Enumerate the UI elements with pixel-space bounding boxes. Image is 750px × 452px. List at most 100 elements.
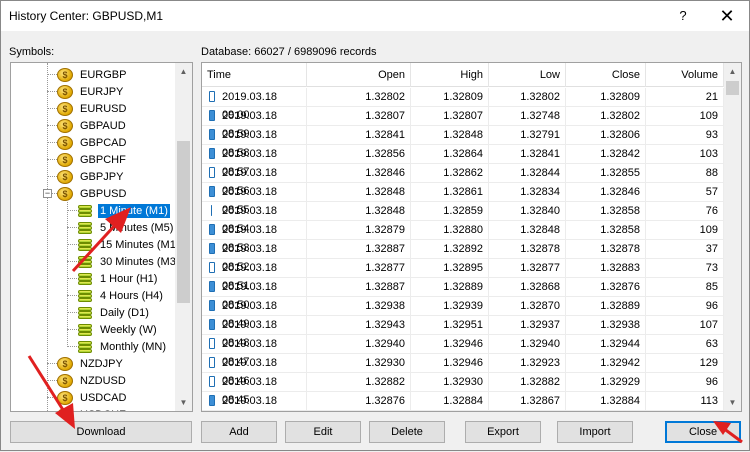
table-row[interactable]: 2019.03.18 08:58 1.32841 1.32848 1.32791 1.3…	[202, 126, 724, 159]
tree-item-symbol[interactable]: $ USDCAD	[57, 389, 128, 406]
tree-item-timeframe[interactable]: 30 Minutes (M30)	[77, 253, 188, 270]
column-header[interactable]: Volume	[646, 63, 724, 87]
tree-item-symbol[interactable]: $ GBPCAD	[57, 134, 128, 151]
cell-low: 1.32923	[489, 354, 566, 372]
export-button[interactable]: Export	[465, 421, 541, 443]
tree-item-timeframe[interactable]: 15 Minutes (M15)	[77, 236, 188, 253]
timeframe-label: Daily (D1)	[100, 306, 149, 319]
cell-close: 1.32809	[566, 88, 646, 106]
tree-item-symbol[interactable]: $ EURUSD	[57, 100, 128, 117]
tree-item-timeframe[interactable]: Daily (D1)	[77, 304, 151, 321]
delete-button[interactable]: Delete	[369, 421, 445, 443]
table-row[interactable]: 2019.03.18 08:46 1.32930 1.32946 1.32923 1.3…	[202, 354, 724, 387]
cell-time: 2019.03.18 08:49	[202, 297, 307, 330]
tree-branch-line	[67, 210, 77, 211]
cell-time: 2019.03.18 08:48	[202, 316, 307, 349]
table-scrollbar[interactable]: ▲ ▼	[724, 63, 741, 411]
table-row[interactable]: 2019.03.18 08:55 1.32848 1.32861 1.32834 1.3…	[202, 183, 724, 216]
table-row[interactable]: 2019.03.18 08:49 1.32938 1.32939 1.32870 1.3…	[202, 297, 724, 330]
tree-item-symbol[interactable]: $ EURGBP	[57, 66, 128, 83]
history-data-icon	[77, 323, 93, 337]
cell-high: 1.32859	[411, 202, 489, 220]
tree-item-symbol[interactable]: $ USDCHF	[57, 406, 128, 411]
table-row[interactable]: 2019.03.18 08:54 1.32848 1.32859 1.32840 1.3…	[202, 202, 724, 235]
history-data-icon	[77, 255, 93, 269]
cell-low: 1.32748	[489, 107, 566, 125]
history-data-icon	[77, 238, 93, 252]
cell-time: 2019.03.18 09:00	[202, 88, 307, 121]
column-header[interactable]: Time	[202, 63, 307, 87]
help-button[interactable]: ?	[661, 1, 705, 31]
currency-coin-icon: $	[57, 390, 73, 405]
table-row[interactable]: 2019.03.18 08:50 1.32887 1.32889 1.32868 1.3…	[202, 278, 724, 311]
tree-item-timeframe[interactable]: 1 Minute (M1)	[77, 202, 171, 219]
cell-volume: 96	[646, 297, 724, 315]
tree-item-symbol[interactable]: $ NZDUSD	[57, 372, 128, 389]
download-button[interactable]: Download	[10, 421, 192, 443]
cell-high: 1.32930	[411, 373, 489, 391]
history-data-icon	[77, 272, 93, 286]
cell-open: 1.32887	[307, 278, 411, 296]
symbol-label: GBPAUD	[80, 119, 126, 132]
cell-close: 1.32884	[566, 392, 646, 410]
cell-time: 2019.03.18 08:53	[202, 221, 307, 254]
tree-item-symbol[interactable]: $ NZDJPY	[57, 355, 125, 372]
table-row[interactable]: 2019.03.18 08:51 1.32877 1.32895 1.32877 1.3…	[202, 259, 724, 292]
cell-open: 1.32930	[307, 354, 411, 372]
tree-item-symbol[interactable]: $ GBPCHF	[57, 151, 128, 168]
timeframe-label: 4 Hours (H4)	[100, 289, 163, 302]
tree-item-timeframe[interactable]: 5 Minutes (M5)	[77, 219, 175, 236]
table-scroll-thumb[interactable]	[726, 81, 739, 95]
column-header[interactable]: Close	[566, 63, 646, 87]
tree-branch-line	[47, 363, 57, 364]
tree-item-timeframe[interactable]: Monthly (MN)	[77, 338, 168, 355]
table-row[interactable]: 2019.03.18 09:00 1.32802 1.32809 1.32802 1.3…	[202, 88, 724, 121]
table-row[interactable]: 2019.03.18 08:57 1.32856 1.32864 1.32841 1.3…	[202, 145, 724, 178]
scroll-up-arrow-icon[interactable]: ▲	[175, 63, 192, 80]
tree-branch-line	[47, 108, 57, 109]
import-button[interactable]: Import	[557, 421, 633, 443]
tree-item-symbol[interactable]: $ GBPUSD	[57, 185, 128, 202]
table-scroll-down-arrow-icon[interactable]: ▼	[724, 394, 741, 411]
tree-item-symbol[interactable]: $ GBPJPY	[57, 168, 125, 185]
cell-high: 1.32809	[411, 88, 489, 106]
tree-branch-line	[67, 329, 77, 330]
table-row[interactable]: 2019.03.18 08:53 1.32879 1.32880 1.32848 1.3…	[202, 221, 724, 254]
scroll-down-arrow-icon[interactable]: ▼	[175, 394, 192, 411]
currency-coin-icon: $	[57, 101, 73, 116]
column-header[interactable]: Low	[489, 63, 566, 87]
add-button[interactable]: Add	[201, 421, 277, 443]
close-button[interactable]: Close	[665, 421, 741, 443]
cell-high: 1.32880	[411, 221, 489, 239]
cell-open: 1.32846	[307, 164, 411, 182]
column-header[interactable]: High	[411, 63, 489, 87]
tree-item-timeframe[interactable]: 4 Hours (H4)	[77, 287, 165, 304]
cell-time: 2019.03.18 08:45	[202, 373, 307, 406]
tree-item-timeframe[interactable]: 1 Hour (H1)	[77, 270, 159, 287]
table-row[interactable]: 2019.03.18 08:56 1.32846 1.32862 1.32844 1.3…	[202, 164, 724, 197]
edit-button[interactable]: Edit	[285, 421, 361, 443]
table-row[interactable]: 2019.03.18 08:48 1.32943 1.32951 1.32937 1.3…	[202, 316, 724, 349]
table-scroll-up-arrow-icon[interactable]: ▲	[724, 63, 741, 80]
currency-coin-icon: $	[57, 84, 73, 99]
tree-scroll-thumb[interactable]	[177, 141, 190, 303]
cell-open: 1.32841	[307, 126, 411, 144]
symbols-tree[interactable]: $ EURGBP $ EURJPY $ EURUSD $ GBPAUD $ GB…	[10, 62, 193, 412]
cell-low: 1.32868	[489, 278, 566, 296]
tree-item-symbol[interactable]: $ EURJPY	[57, 83, 125, 100]
tree-branch-line	[67, 244, 77, 245]
cell-high: 1.32862	[411, 164, 489, 182]
tree-scrollbar[interactable]: ▲ ▼	[175, 63, 192, 411]
cell-low: 1.32940	[489, 335, 566, 353]
table-row[interactable]: 2019.03.18 08:45 1.32882 1.32930 1.32882 1.3…	[202, 373, 724, 406]
table-row[interactable]: 2019.03.18 08:47 1.32940 1.32946 1.32940 1.3…	[202, 335, 724, 368]
table-row[interactable]: 2019.03.18 08:52 1.32887 1.32892 1.32878 1.3…	[202, 240, 724, 273]
table-row[interactable]: 2019.03.18 08:59 1.32807 1.32807 1.32748 1.3…	[202, 107, 724, 140]
collapse-toggle[interactable]: −	[43, 189, 52, 198]
cell-high: 1.32939	[411, 297, 489, 315]
tree-item-timeframe[interactable]: Weekly (W)	[77, 321, 159, 338]
window-close-button[interactable]: ✕	[705, 1, 749, 31]
table-row[interactable]: 2019.03.18 08:441.328761.328841.328671.3…	[202, 392, 724, 411]
tree-item-symbol[interactable]: $ GBPAUD	[57, 117, 128, 134]
column-header[interactable]: Open	[307, 63, 411, 87]
